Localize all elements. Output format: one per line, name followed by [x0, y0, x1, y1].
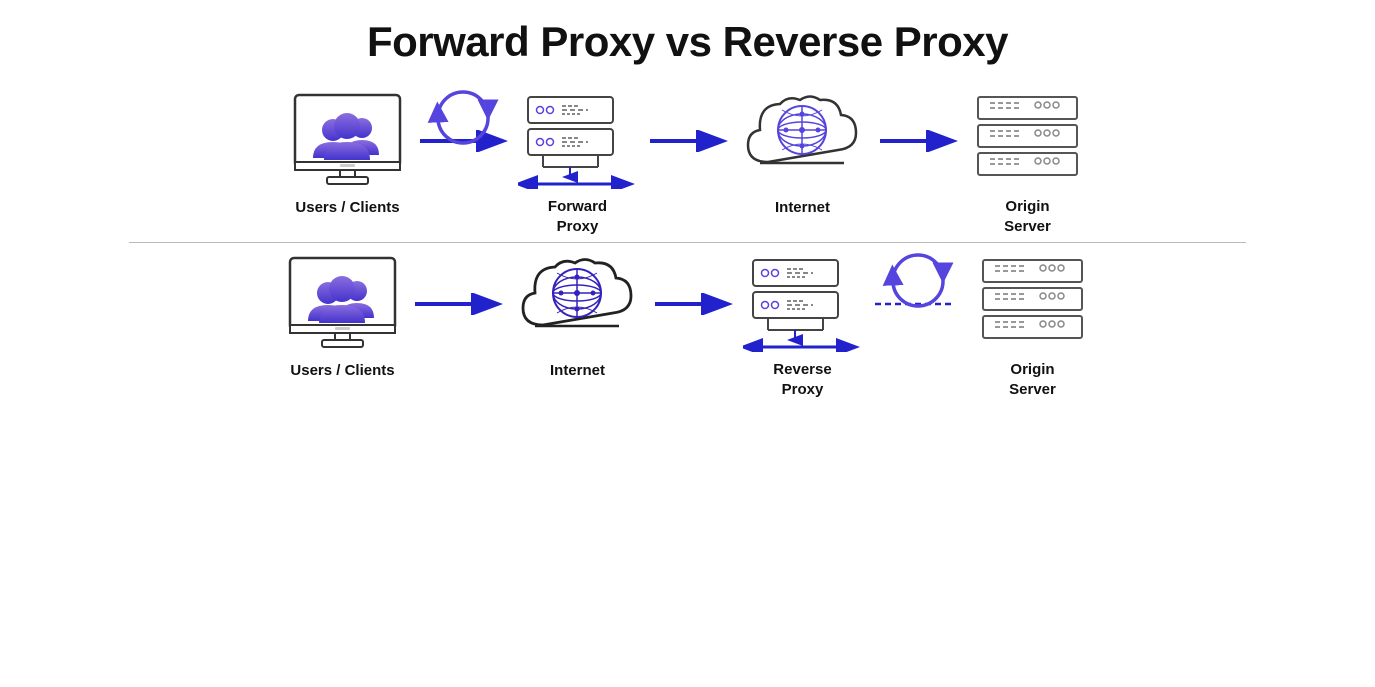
origin-server-top-label: OriginServer	[1004, 197, 1051, 236]
origin-server-top-col: OriginServer	[963, 84, 1093, 236]
internet-top-col: Internet	[733, 85, 873, 236]
arrow-cycle-bottom	[868, 293, 968, 353]
diagram: Users / Clients	[30, 84, 1345, 399]
forward-proxy-col: ForwardProxy	[513, 84, 643, 236]
arrow-3-top	[873, 130, 963, 190]
internet-bottom-label: Internet	[550, 361, 605, 399]
origin-server-top-icon	[970, 84, 1085, 194]
users-clients-top-col: Users / Clients	[283, 85, 413, 236]
reverse-proxy-col: ReverseProxy	[738, 247, 868, 399]
forward-proxy-label: ForwardProxy	[548, 197, 607, 236]
users-clients-bottom-col: Users / Clients	[278, 248, 408, 399]
monitor-icon-bottom	[285, 248, 400, 358]
reverse-proxy-icon	[743, 247, 863, 357]
page-title: Forward Proxy vs Reverse Proxy	[367, 18, 1008, 66]
section-divider	[129, 242, 1247, 243]
internet-top-label: Internet	[775, 198, 830, 236]
users-clients-top-label: Users / Clients	[295, 198, 399, 236]
users-clients-bottom-label: Users / Clients	[290, 361, 394, 399]
bottom-row: Users / Clients	[30, 247, 1345, 399]
monitor-icon-top	[290, 85, 405, 195]
arrow-4-bottom	[408, 293, 508, 353]
reverse-proxy-label: ReverseProxy	[773, 360, 831, 399]
top-row: Users / Clients	[30, 84, 1345, 236]
origin-server-bottom-label: OriginServer	[1009, 360, 1056, 399]
origin-server-bottom-col: OriginServer	[968, 247, 1098, 399]
cloud-internet-bottom-icon	[513, 248, 643, 358]
arrow-cycle-top	[413, 130, 513, 190]
internet-bottom-col: Internet	[508, 248, 648, 399]
forward-proxy-icon	[518, 84, 638, 194]
cloud-internet-top-icon	[738, 85, 868, 195]
origin-server-bottom-icon	[975, 247, 1090, 357]
arrow-2-top	[643, 130, 733, 190]
arrow-5-bottom	[648, 293, 738, 353]
